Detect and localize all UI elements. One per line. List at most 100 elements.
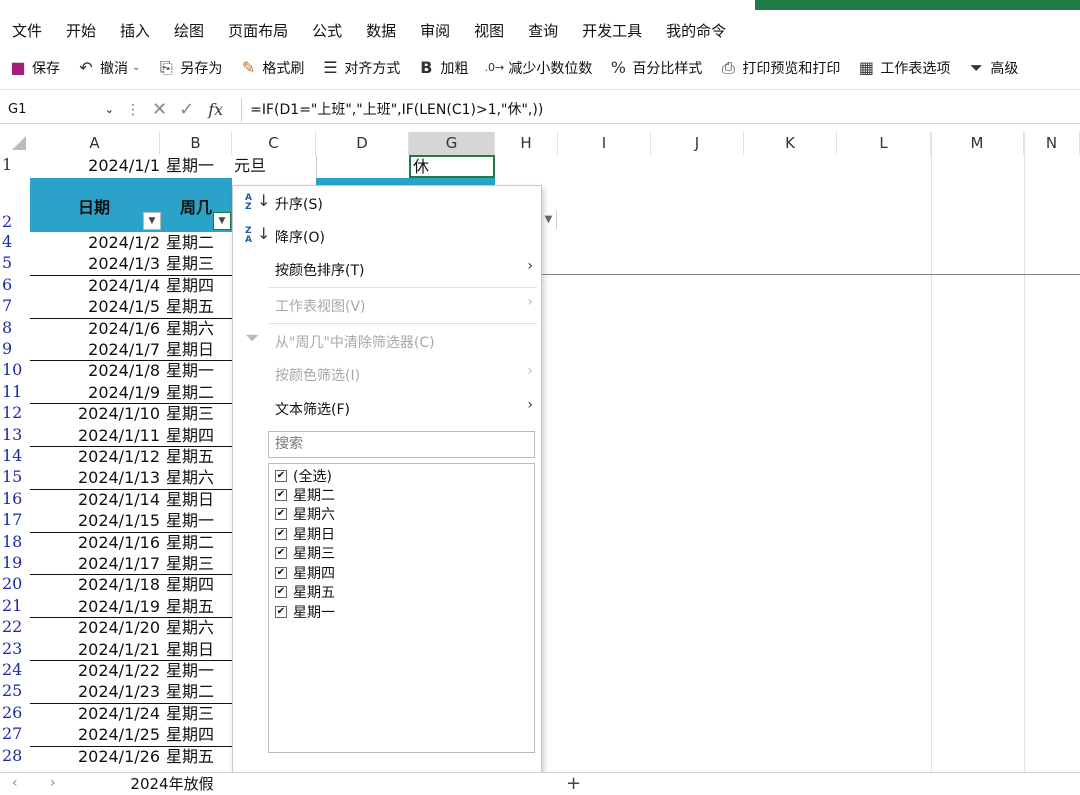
- percent-style-button[interactable]: % 百分比样式: [600, 53, 710, 83]
- align-button[interactable]: ☰ 对齐方式: [312, 53, 408, 83]
- date-cell[interactable]: 2024/1/25: [30, 724, 160, 745]
- filter-option[interactable]: ✔ 星期四: [275, 563, 335, 583]
- row-header[interactable]: 28: [2, 746, 22, 765]
- row-header[interactable]: 16: [2, 489, 22, 508]
- weekday-cell[interactable]: 星期五: [166, 596, 214, 617]
- menu-formulas[interactable]: 公式: [300, 20, 354, 41]
- format-painter-button[interactable]: ✎ 格式刷: [230, 53, 312, 83]
- sort-descending-item[interactable]: 降序(O): [275, 227, 325, 247]
- menu-developer[interactable]: 开发工具: [570, 20, 654, 41]
- weekday-cell[interactable]: 星期二: [166, 681, 214, 702]
- column-header-k[interactable]: K: [744, 132, 837, 155]
- weekday-cell[interactable]: 星期二: [166, 532, 214, 553]
- row-header[interactable]: 15: [2, 467, 22, 486]
- name-box[interactable]: G1 ⌄: [2, 98, 120, 122]
- weekday-cell[interactable]: 星期二: [166, 232, 214, 253]
- date-cell[interactable]: 2024/1/13: [30, 467, 160, 488]
- menu-draw[interactable]: 绘图: [162, 20, 216, 41]
- weekday-cell[interactable]: 星期一: [166, 360, 214, 381]
- cell-a1[interactable]: 2024/1/1: [30, 155, 160, 176]
- filter-option[interactable]: ✔ 星期三: [275, 543, 335, 563]
- column-header-d[interactable]: D: [316, 132, 409, 155]
- checkbox-checked-icon[interactable]: ✔: [275, 489, 287, 501]
- menu-insert[interactable]: 插入: [108, 20, 162, 41]
- column-header-b[interactable]: B: [160, 132, 232, 155]
- date-cell[interactable]: 2024/1/17: [30, 553, 160, 574]
- row-header[interactable]: 21: [2, 596, 22, 615]
- date-cell[interactable]: 2024/1/26: [30, 746, 160, 767]
- row-header[interactable]: 12: [2, 403, 22, 422]
- date-cell[interactable]: 2024/1/6: [30, 318, 160, 339]
- checkbox-checked-icon[interactable]: ✔: [275, 528, 287, 540]
- weekday-cell[interactable]: 星期五: [166, 746, 214, 767]
- weekday-cell[interactable]: 星期三: [166, 403, 214, 424]
- weekday-cell[interactable]: 星期四: [166, 574, 214, 595]
- add-sheet-button[interactable]: +: [566, 773, 581, 794]
- date-cell[interactable]: 2024/1/9: [30, 382, 160, 403]
- checkbox-checked-icon[interactable]: ✔: [275, 567, 287, 579]
- weekday-cell[interactable]: 星期二: [166, 382, 214, 403]
- weekday-cell[interactable]: 星期三: [166, 253, 214, 274]
- chevron-right-icon[interactable]: ›: [50, 775, 56, 791]
- date-cell[interactable]: 2024/1/10: [30, 403, 160, 424]
- row-header[interactable]: 4: [2, 232, 12, 251]
- row-header[interactable]: 18: [2, 532, 22, 551]
- row-header[interactable]: 6: [2, 275, 12, 294]
- weekday-cell[interactable]: 星期日: [166, 489, 214, 510]
- date-cell[interactable]: 2024/1/11: [30, 425, 160, 446]
- column-header-a[interactable]: A: [30, 132, 160, 155]
- row-header[interactable]: 25: [2, 681, 22, 700]
- date-cell[interactable]: 2024/1/20: [30, 617, 160, 638]
- date-cell[interactable]: 2024/1/15: [30, 510, 160, 531]
- menu-my-commands[interactable]: 我的命令: [654, 20, 738, 41]
- cell-b1[interactable]: 星期一: [166, 155, 214, 176]
- row-header[interactable]: 9: [2, 339, 12, 358]
- date-cell[interactable]: 2024/1/5: [30, 296, 160, 317]
- chevron-left-icon[interactable]: ‹: [12, 775, 18, 791]
- column-header-j[interactable]: J: [651, 132, 744, 155]
- row-header[interactable]: 22: [2, 617, 22, 636]
- date-cell[interactable]: 2024/1/3: [30, 253, 160, 274]
- chevron-down-icon[interactable]: ⌄: [132, 62, 140, 73]
- column-header-c[interactable]: C: [232, 132, 316, 155]
- column-header-n[interactable]: N: [1024, 132, 1080, 155]
- row-header[interactable]: 5: [2, 253, 12, 272]
- weekday-cell[interactable]: 星期六: [166, 318, 214, 339]
- menu-file[interactable]: 文件: [0, 20, 54, 41]
- save-button[interactable]: ■ 保存: [0, 53, 68, 83]
- advanced-filter-button[interactable]: ⏷ 高级: [958, 53, 1026, 83]
- weekday-cell[interactable]: 星期三: [166, 703, 214, 724]
- formula-input[interactable]: =IF(D1="上班","上班",IF(LEN(C1)>1,"休",)): [241, 97, 543, 122]
- weekday-cell[interactable]: 星期六: [166, 467, 214, 488]
- text-filter-item[interactable]: 文本筛选(F): [275, 399, 350, 419]
- bold-button[interactable]: B 加粗: [408, 53, 476, 83]
- row-header-2[interactable]: 2: [2, 212, 12, 231]
- chevron-down-icon[interactable]: ⌄: [105, 103, 114, 116]
- date-cell[interactable]: 2024/1/14: [30, 489, 160, 510]
- save-as-button[interactable]: ⎘ 另存为: [148, 53, 230, 83]
- weekday-cell[interactable]: 星期五: [166, 296, 214, 317]
- filter-option[interactable]: ✔ 星期二: [275, 485, 335, 505]
- row-header[interactable]: 14: [2, 446, 22, 465]
- row-header[interactable]: 20: [2, 574, 22, 593]
- column-header-h[interactable]: H: [495, 132, 558, 155]
- date-cell[interactable]: 2024/1/7: [30, 339, 160, 360]
- weekday-cell[interactable]: 星期四: [166, 724, 214, 745]
- weekday-cell[interactable]: 星期四: [166, 425, 214, 446]
- row-header[interactable]: 23: [2, 639, 22, 658]
- menu-home[interactable]: 开始: [54, 20, 108, 41]
- filter-button-partial[interactable]: ▼: [541, 211, 557, 229]
- filter-option[interactable]: ✔ 星期六: [275, 504, 335, 524]
- row-header[interactable]: 26: [2, 703, 22, 722]
- filter-option[interactable]: ✔ 星期五: [275, 582, 335, 602]
- date-cell[interactable]: 2024/1/12: [30, 446, 160, 467]
- decrease-decimal-button[interactable]: .0→ 减少小数位数: [476, 53, 600, 83]
- filter-option-select-all[interactable]: ✔ (全选): [275, 466, 332, 486]
- sheet-tab-active[interactable]: 2024年放假: [118, 773, 226, 795]
- print-preview-button[interactable]: ⎙ 打印预览和打印: [710, 53, 848, 83]
- date-cell[interactable]: 2024/1/22: [30, 660, 160, 681]
- date-cell[interactable]: 2024/1/16: [30, 532, 160, 553]
- checkbox-checked-icon[interactable]: ✔: [275, 547, 287, 559]
- cell-g1-selected[interactable]: 休: [409, 155, 495, 178]
- date-cell[interactable]: 2024/1/21: [30, 639, 160, 660]
